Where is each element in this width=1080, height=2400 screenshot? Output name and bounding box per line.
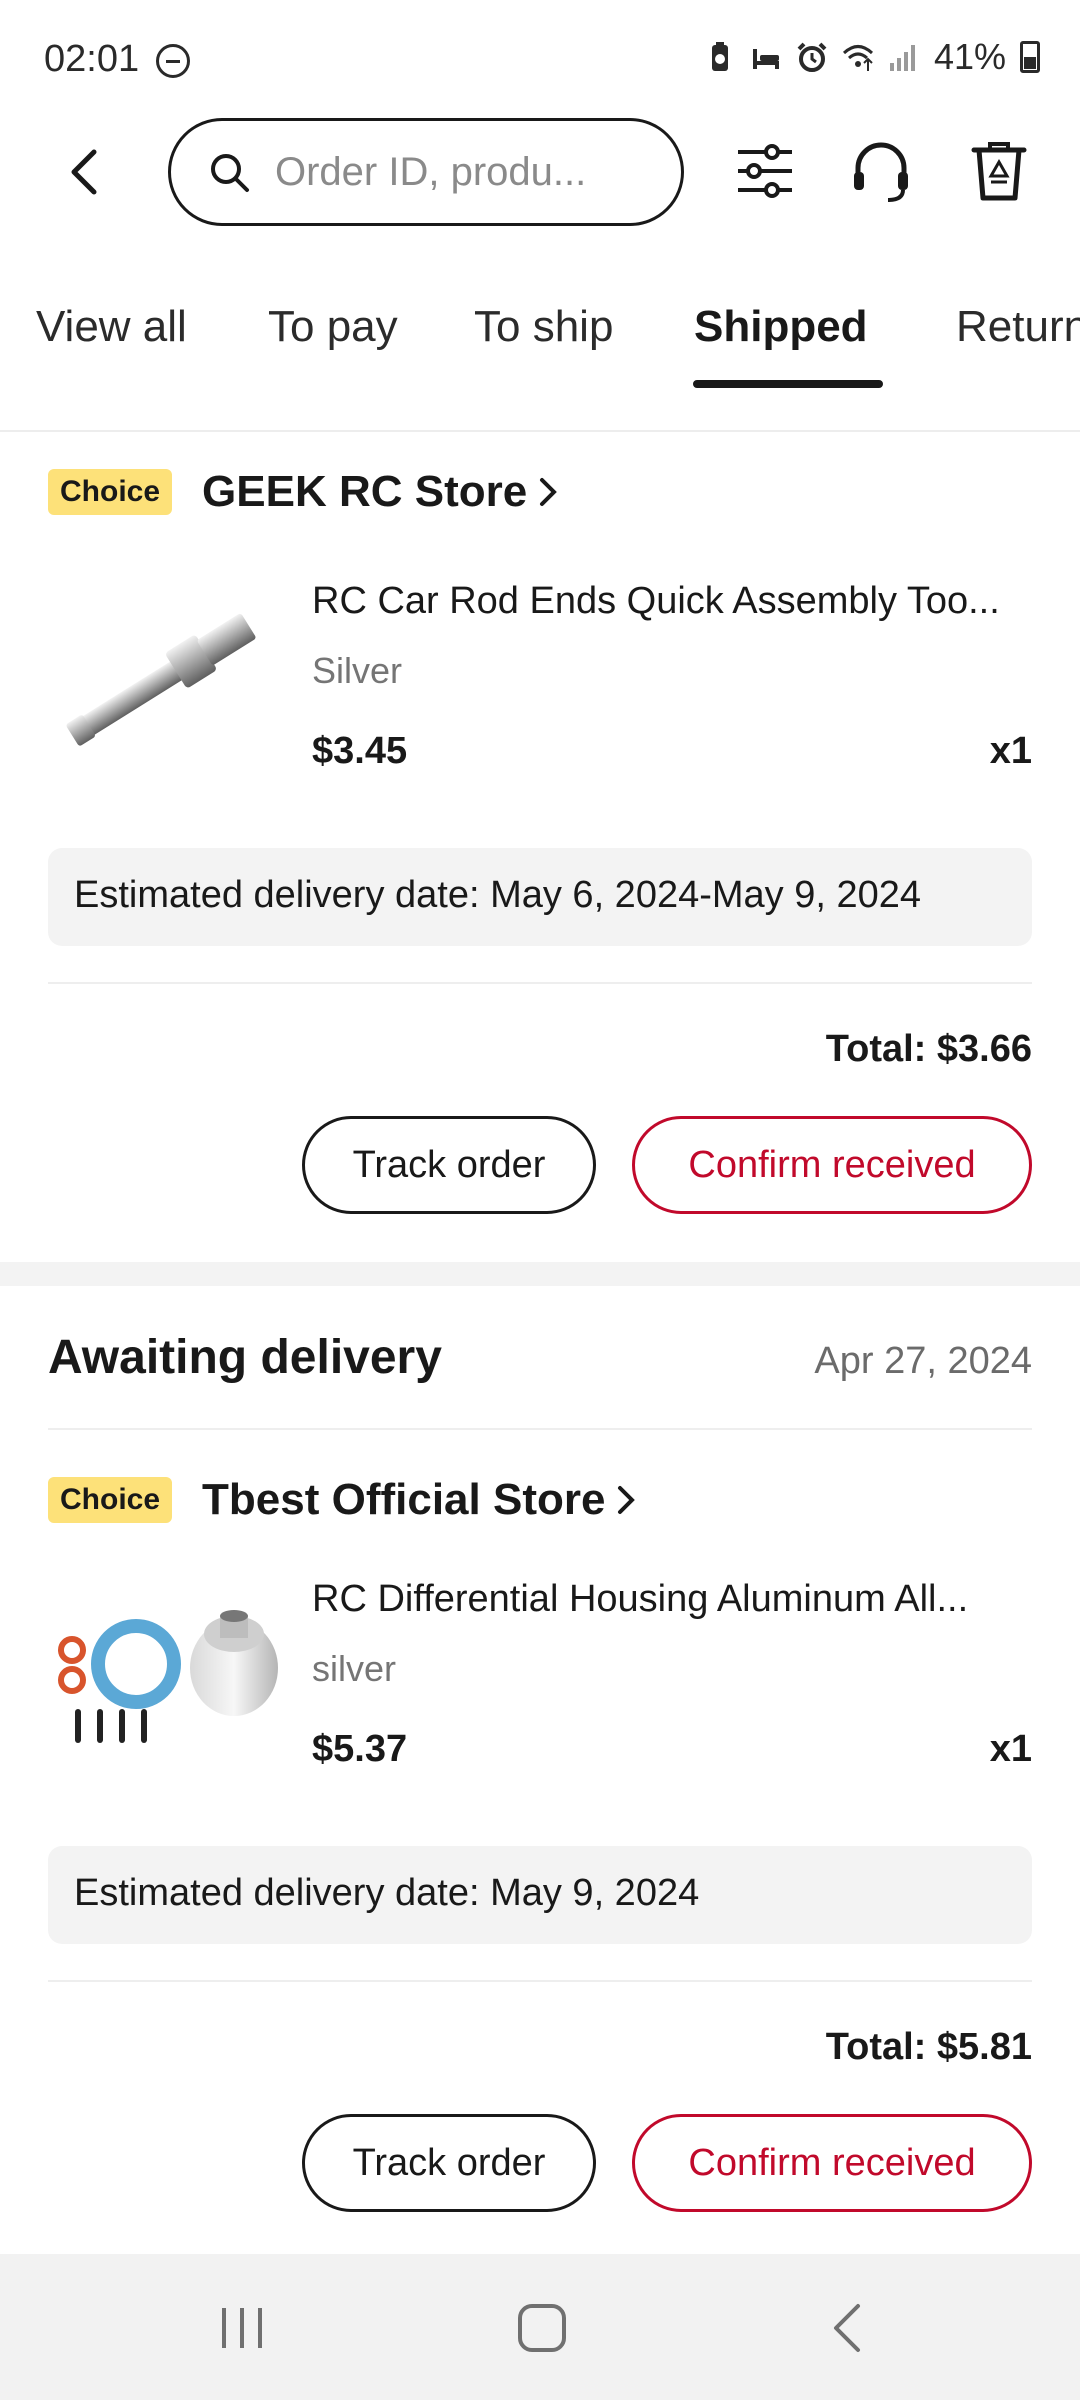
choice-badge: Choice bbox=[48, 1477, 173, 1523]
tab-view-all[interactable]: View all bbox=[36, 302, 187, 352]
store-row[interactable]: Choice Tbest Official Store bbox=[48, 1470, 639, 1530]
status-icons: 41% bbox=[704, 36, 1040, 78]
track-order-button[interactable]: Track order bbox=[302, 2114, 596, 2212]
order-status-heading: Awaiting delivery bbox=[48, 1331, 442, 1384]
order-card: Choice Tbest Official Store RC Different… bbox=[0, 1430, 1080, 2250]
order-total: Total: $3.66 bbox=[825, 1028, 1032, 1070]
product-price: $5.37 bbox=[312, 1728, 408, 1770]
order-date: Apr 27, 2024 bbox=[814, 1340, 1032, 1382]
signal-icon bbox=[889, 45, 915, 71]
chevron-right-icon bbox=[618, 1486, 636, 1514]
product-image[interactable] bbox=[48, 564, 278, 794]
store-row[interactable]: Choice GEEK RC Store bbox=[48, 462, 561, 522]
tab-shipped[interactable]: Shipped bbox=[694, 302, 868, 352]
status-time: 02:01 bbox=[44, 38, 140, 80]
home-icon[interactable] bbox=[512, 2300, 572, 2356]
product-variant: Silver bbox=[312, 650, 403, 691]
track-order-button[interactable]: Track order bbox=[302, 1116, 596, 1214]
store-name[interactable]: GEEK RC Store bbox=[202, 467, 527, 517]
battery-percent: 41% bbox=[933, 36, 1006, 77]
estimated-delivery: Estimated delivery date: May 6, 2024-May… bbox=[48, 848, 1032, 946]
system-navigation-bar bbox=[0, 2254, 1080, 2400]
recycle-bin-icon[interactable] bbox=[966, 138, 1032, 204]
product-quantity: x1 bbox=[989, 1728, 1032, 1770]
confirm-received-button[interactable]: Confirm received bbox=[632, 1116, 1032, 1214]
order-status-tabs: View all To pay To ship Shipped Return bbox=[0, 278, 1080, 394]
product-quantity: x1 bbox=[989, 730, 1032, 772]
search-input[interactable] bbox=[275, 149, 655, 195]
alarm-icon bbox=[797, 42, 827, 72]
estimated-delivery: Estimated delivery date: May 9, 2024 bbox=[48, 1846, 1032, 1944]
sleep-icon bbox=[752, 49, 779, 69]
search-bar[interactable] bbox=[168, 118, 684, 226]
filter-sliders-icon[interactable] bbox=[732, 138, 798, 204]
headset-support-icon[interactable] bbox=[848, 138, 914, 204]
battery-icon bbox=[1020, 41, 1040, 73]
battery-saver-icon bbox=[711, 42, 728, 71]
product-image[interactable] bbox=[48, 1572, 278, 1802]
top-bar bbox=[0, 118, 1080, 228]
chevron-right-icon bbox=[540, 478, 558, 506]
active-tab-indicator bbox=[693, 380, 883, 388]
product-title[interactable]: RC Differential Housing Aluminum All... bbox=[312, 1578, 968, 1621]
tab-return[interactable]: Return bbox=[956, 302, 1080, 352]
tab-to-ship[interactable]: To ship bbox=[474, 302, 613, 352]
divider bbox=[48, 982, 1032, 984]
divider bbox=[48, 1980, 1032, 1982]
product-price: $3.45 bbox=[312, 730, 408, 772]
order-card: Choice GEEK RC Store RC Car Rod Ends Qui… bbox=[0, 432, 1080, 1262]
choice-badge: Choice bbox=[48, 469, 173, 515]
confirm-received-button[interactable]: Confirm received bbox=[632, 2114, 1032, 2212]
product-title[interactable]: RC Car Rod Ends Quick Assembly Too... bbox=[312, 580, 1000, 623]
search-icon bbox=[211, 154, 249, 192]
back-arrow-icon[interactable] bbox=[60, 144, 110, 200]
recent-apps-icon[interactable] bbox=[212, 2300, 272, 2356]
section-separator bbox=[0, 1262, 1080, 1286]
status-bar: 02:01 41% bbox=[0, 0, 1080, 122]
do-not-disturb-icon bbox=[156, 44, 190, 78]
wifi-icon bbox=[842, 45, 873, 71]
order-total: Total: $5.81 bbox=[825, 2026, 1032, 2068]
product-variant: silver bbox=[312, 1648, 397, 1689]
tab-to-pay[interactable]: To pay bbox=[268, 302, 398, 352]
back-icon[interactable] bbox=[818, 2300, 878, 2356]
store-name[interactable]: Tbest Official Store bbox=[202, 1475, 605, 1525]
